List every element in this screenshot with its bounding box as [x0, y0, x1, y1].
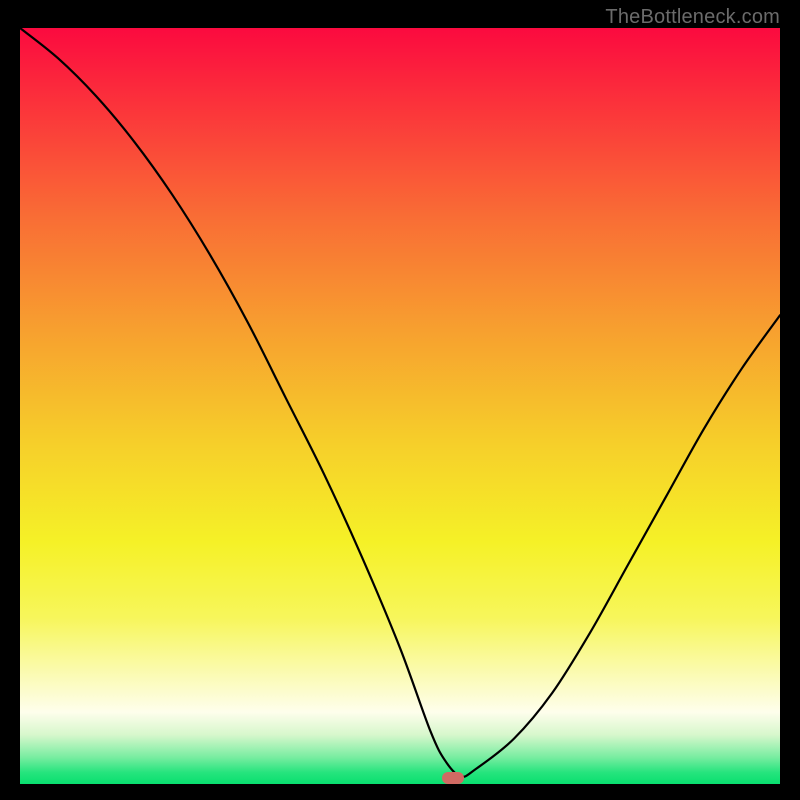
- plot-frame: [20, 28, 780, 784]
- optimal-marker: [442, 772, 464, 784]
- bottleneck-curve: [20, 28, 780, 784]
- watermark-text: TheBottleneck.com: [605, 6, 780, 29]
